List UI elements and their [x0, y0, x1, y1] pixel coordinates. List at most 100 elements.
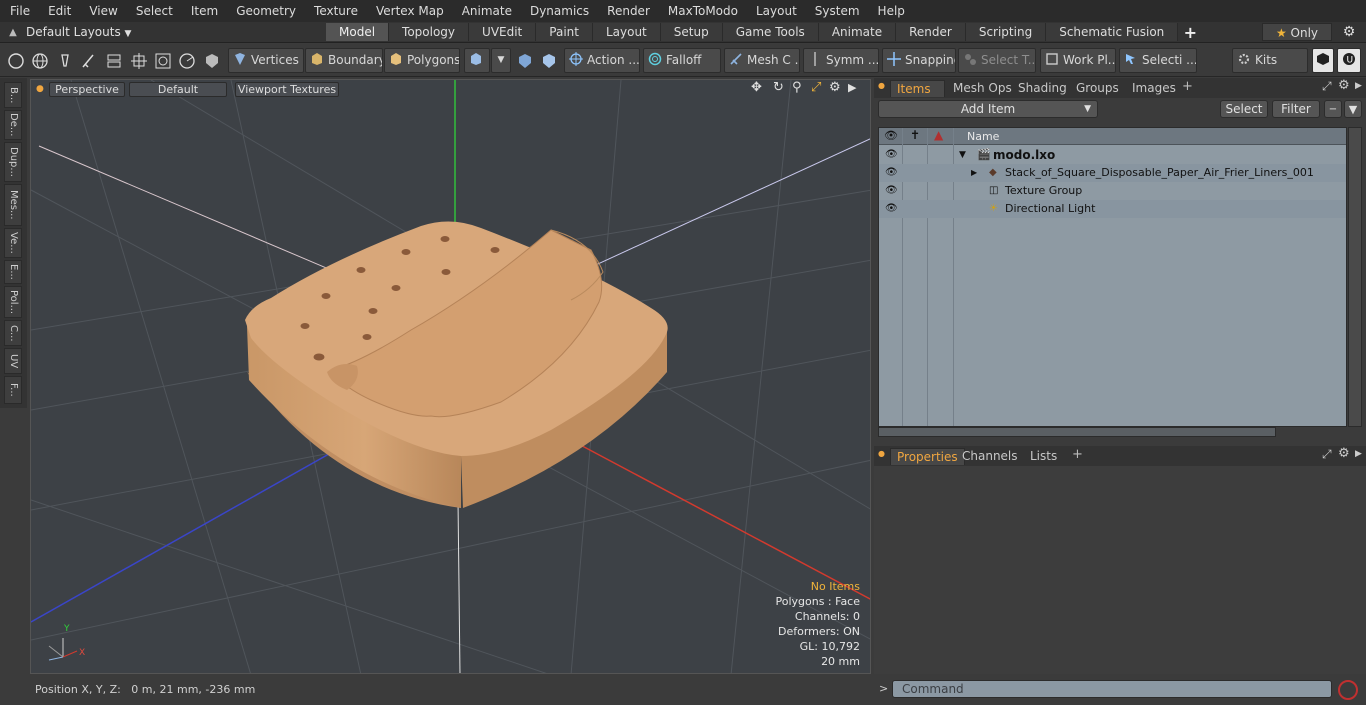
tab-images[interactable]: Images [1126, 80, 1182, 97]
list-item[interactable]: 👁 ◫ Texture Group [879, 182, 1346, 200]
mode-dropdown-button[interactable]: ▼ [491, 48, 511, 73]
viewport-gear-icon[interactable]: ⚙ [829, 80, 841, 95]
layout-arrow-icon[interactable]: ▲ [0, 27, 26, 38]
menu-edit[interactable]: Edit [38, 0, 79, 22]
select-button[interactable]: Select [1220, 100, 1268, 118]
menu-render[interactable]: Render [597, 0, 658, 22]
name-column-header[interactable]: Name [967, 130, 999, 143]
fit-icon[interactable]: ⤢ [811, 80, 821, 95]
menu-layout[interactable]: Layout [746, 0, 805, 22]
left-tab-deform[interactable]: De... [4, 110, 22, 140]
expand-icon[interactable]: ▶ [971, 164, 977, 182]
shading-default-button[interactable]: Default [129, 82, 227, 97]
menu-texture[interactable]: Texture [304, 0, 366, 22]
viewport-textures-button[interactable]: Viewport Textures [235, 82, 339, 97]
rotate-icon[interactable]: ↻ [773, 80, 784, 95]
filter-button[interactable]: Filter [1272, 100, 1320, 118]
tab-schematic-fusion[interactable]: Schematic Fusion [1046, 23, 1179, 41]
menu-vertex-map[interactable]: Vertex Map [366, 0, 452, 22]
eye-icon[interactable]: 👁 [885, 164, 898, 182]
collapse-icon[interactable]: − [1324, 100, 1342, 118]
left-tab-curve[interactable]: C... [4, 320, 22, 346]
left-tab-edge[interactable]: E... [4, 260, 22, 284]
tab-properties[interactable]: Properties [890, 448, 965, 465]
tab-groups[interactable]: Groups [1070, 80, 1125, 97]
mesh-constraint-button[interactable]: Mesh C ... [724, 48, 800, 73]
command-input[interactable]: Command [892, 680, 1332, 698]
vertical-scrollbar[interactable] [1348, 127, 1362, 427]
tab-shading[interactable]: Shading [1012, 80, 1073, 97]
menu-dynamics[interactable]: Dynamics [520, 0, 597, 22]
pen-tool-icon[interactable] [56, 52, 74, 70]
add-tab-icon[interactable]: + [1182, 79, 1193, 94]
tab-render[interactable]: Render [896, 23, 966, 41]
unity-icon[interactable] [1312, 48, 1334, 73]
render-header-icon[interactable]: ▲ [934, 128, 943, 142]
action-center-button[interactable]: Action ... [564, 48, 640, 73]
polygons-button[interactable]: Polygons [384, 48, 460, 73]
panel-menu-icon[interactable]: ▶ [1355, 449, 1362, 459]
panel-gear-icon[interactable]: ⚙ [1338, 446, 1350, 461]
panel-gear-icon[interactable]: ⚙ [1338, 78, 1350, 93]
tab-paint[interactable]: Paint [536, 23, 593, 41]
left-tab-polygon[interactable]: Pol... [4, 286, 22, 318]
expand-icon[interactable]: ▼ [959, 146, 966, 164]
default-layouts-dropdown[interactable]: Default Layouts ▼ [26, 25, 326, 39]
add-tab-icon[interactable]: + [1072, 447, 1083, 462]
panel-menu-icon[interactable]: ▶ [1355, 81, 1362, 91]
left-tab-fusion[interactable]: F... [4, 376, 22, 404]
left-tab-basic[interactable]: B... [4, 82, 22, 108]
menu-animate[interactable]: Animate [452, 0, 520, 22]
record-icon[interactable] [1338, 680, 1358, 700]
zoom-icon[interactable]: ⚲ [792, 80, 802, 95]
boundary-button[interactable]: Boundary [305, 48, 383, 73]
tab-game-tools[interactable]: Game Tools [722, 23, 819, 41]
circle-select-icon[interactable] [7, 52, 25, 70]
left-tab-mesh-edit[interactable]: Mes... [4, 184, 22, 226]
tab-topology[interactable]: Topology [389, 23, 470, 41]
viewport-expand-icon[interactable]: ▶ [848, 81, 856, 94]
perspective-button[interactable]: Perspective [49, 82, 125, 97]
select-through-button[interactable]: Select T... [958, 48, 1036, 73]
panel-dot-icon[interactable]: ● [878, 81, 885, 90]
tab-channels[interactable]: Channels [956, 448, 1024, 465]
visibility-header-icon[interactable]: 👁 [884, 129, 898, 142]
list-item[interactable]: 👁 ▼ 🎬 modo.lxo [879, 146, 1346, 164]
item-mode-button[interactable] [464, 48, 490, 73]
tab-lists[interactable]: Lists [1024, 448, 1063, 465]
menu-maxtomodo[interactable]: MaxToModo [658, 0, 746, 22]
tab-uvedit[interactable]: UVEdit [469, 23, 537, 41]
tab-model[interactable]: Model [326, 23, 390, 41]
work-plane-button[interactable]: Work Pl... [1040, 48, 1116, 73]
frame-icon[interactable] [154, 52, 172, 70]
tab-setup[interactable]: Setup [660, 23, 723, 41]
maximize-icon[interactable]: ⤢ [1322, 79, 1332, 94]
menu-file[interactable]: File [0, 0, 38, 22]
pie-icon[interactable] [178, 52, 196, 70]
lock-header-icon[interactable]: ✝ [910, 128, 920, 142]
center-icon[interactable] [130, 52, 148, 70]
shield-icon[interactable] [203, 52, 221, 70]
snap-gear-icon[interactable] [540, 52, 558, 70]
tab-animate[interactable]: Animate [818, 23, 897, 41]
unreal-icon[interactable]: U [1337, 48, 1361, 73]
eye-icon[interactable]: 👁 [885, 200, 898, 218]
align-icon[interactable] [105, 52, 123, 70]
symmetry-button[interactable]: Symm ... [803, 48, 879, 73]
left-tab-duplicate[interactable]: Dup... [4, 142, 22, 182]
eye-icon[interactable]: 👁 [885, 182, 898, 200]
menu-system[interactable]: System [805, 0, 868, 22]
menu-select[interactable]: Select [126, 0, 181, 22]
eye-icon[interactable]: 👁 [885, 146, 898, 164]
add-tab-icon[interactable]: + [1178, 23, 1202, 42]
menu-item[interactable]: Item [181, 0, 226, 22]
kits-button[interactable]: Kits [1232, 48, 1308, 73]
gear-icon[interactable]: ⚙ [1332, 24, 1366, 40]
list-item[interactable]: 👁 ☀ Directional Light [879, 200, 1346, 218]
horizontal-scrollbar[interactable] [878, 427, 1276, 437]
left-tab-uv[interactable]: UV [4, 348, 22, 374]
falloff-button[interactable]: Falloff [643, 48, 721, 73]
tab-scripting[interactable]: Scripting [965, 23, 1047, 41]
funnel-icon[interactable]: ▼ [1344, 100, 1362, 118]
snapping-button[interactable]: Snapping [882, 48, 956, 73]
